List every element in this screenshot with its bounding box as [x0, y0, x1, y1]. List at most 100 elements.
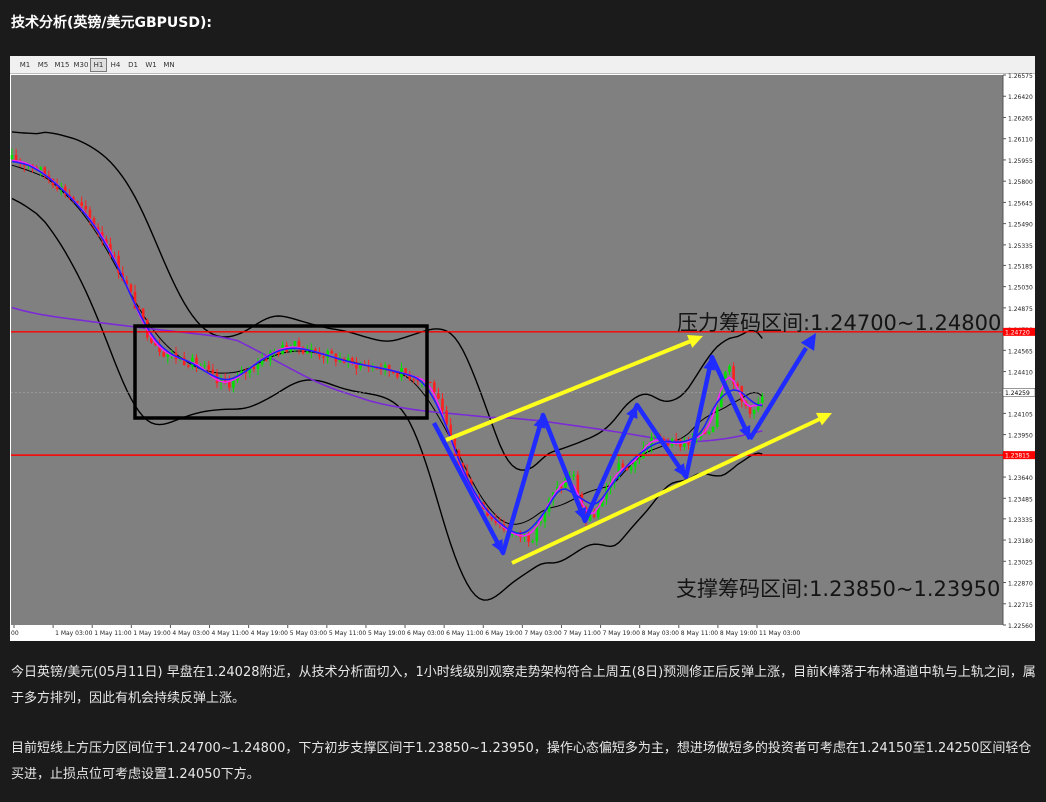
candle-body	[162, 352, 165, 357]
y-tick-label: 1.23640	[1008, 475, 1033, 482]
page-title: 技术分析(英镑/美元GBPUSD):	[11, 15, 213, 31]
y-tick-label: 1.26420	[1008, 94, 1033, 101]
x-tick-label: 6 May 11:00	[446, 630, 484, 637]
candle-body	[187, 365, 190, 367]
y-tick-label: 1.26265	[1008, 115, 1033, 122]
timeframe-m15[interactable]: M15	[52, 58, 72, 72]
y-tick-label: 1.22715	[1008, 602, 1033, 609]
candle-body	[412, 379, 416, 381]
candle-body	[76, 201, 79, 203]
candle-body	[10, 154, 14, 160]
candle-body	[592, 514, 596, 518]
candle-body	[211, 369, 215, 374]
x-tick-label: 4 May 03:00	[172, 630, 210, 637]
y-tick-label: 1.23025	[1008, 559, 1033, 566]
x-tick-label: 5 May 03:00	[290, 630, 328, 637]
candle-body	[715, 407, 719, 427]
candle-body	[203, 365, 206, 367]
x-tick-label: 5 May 19:00	[368, 630, 406, 637]
y-tick-label: 1.23335	[1008, 517, 1033, 524]
x-tick-label: 00	[11, 630, 19, 637]
x-tick-label: 6 May 03:00	[407, 630, 445, 637]
candle-body	[305, 351, 309, 354]
candle-body	[527, 534, 530, 542]
x-tick-label: 8 May 19:00	[720, 630, 758, 637]
timeframe-w1[interactable]: W1	[142, 58, 160, 72]
candle-body	[322, 356, 325, 358]
y-tick-label: 1.24875	[1008, 306, 1033, 313]
y-tick-label: 1.23950	[1008, 433, 1033, 440]
candle-body	[84, 205, 88, 210]
candle-body	[621, 463, 625, 468]
candle-body	[330, 350, 334, 354]
analysis-paragraph-1: 今日英镑/美元(05月11日) 早盘在1.24028附近，从技术分析面切入，1小…	[11, 665, 1036, 706]
timeframe-m1[interactable]: M1	[16, 58, 34, 72]
candle-body	[629, 466, 633, 471]
candle-body	[674, 439, 678, 441]
candle-body	[638, 458, 641, 460]
candle-body	[761, 396, 764, 403]
x-tick-label: 1 May 11:00	[94, 630, 132, 637]
y-tick-label: 1.24565	[1008, 348, 1033, 355]
y-tick-label: 1.23180	[1008, 538, 1033, 545]
x-tick-label: 7 May 03:00	[524, 630, 562, 637]
y-tick-label: 1.22870	[1008, 581, 1033, 588]
y-tick-label: 1.25490	[1008, 222, 1033, 229]
resistance-zone-label: 压力筹码区间:1.24700~1.24800	[677, 311, 1001, 335]
y-tick-label: 1.25185	[1008, 263, 1033, 270]
candle-body	[166, 354, 170, 357]
candle-body	[80, 202, 83, 206]
x-tick-label: 6 May 19:00	[485, 630, 523, 637]
y-tick-label: 1.24410	[1008, 370, 1033, 377]
candle-body	[207, 365, 211, 370]
candle-body	[264, 359, 268, 361]
candle-body	[228, 381, 231, 388]
timeframe-m30[interactable]: M30	[72, 58, 90, 72]
candle-body	[572, 474, 575, 477]
candle-body	[351, 357, 354, 362]
x-tick-label: 1 May 19:00	[133, 630, 171, 637]
timeframe-h1[interactable]: H1	[90, 58, 107, 72]
support-zone-label: 支撑筹码区间:1.23850~1.23950	[676, 577, 1000, 601]
candle-body	[252, 366, 256, 369]
price-chart: 1.26575 1.26420 1.26265 1.26110 1.25955 1.258…	[10, 73, 1035, 641]
chart-window: M1 M5 M15 M30 H1 H4 D1 W1 MN 1.26575 1.26420 1.262…	[10, 56, 1035, 641]
timeframe-d1[interactable]: D1	[124, 58, 142, 72]
timeframe-m5[interactable]: M5	[34, 58, 52, 72]
candle-body	[666, 443, 670, 446]
x-tick-label: 8 May 03:00	[642, 630, 680, 637]
x-tick-label: 8 May 11:00	[681, 630, 719, 637]
candle-body	[396, 373, 399, 378]
candle-body	[687, 442, 690, 445]
candle-body	[728, 366, 731, 372]
x-tick-label: 11 May 03:00	[759, 630, 800, 637]
x-tick-label: 4 May 11:00	[212, 630, 250, 637]
y-tick-label: 1.26575	[1008, 73, 1033, 80]
x-tick-label: 1 May 03:00	[55, 630, 93, 637]
timeframe-h4[interactable]: H4	[107, 58, 124, 72]
support-price-tag: 1.23815	[1005, 453, 1030, 460]
x-tick-label: 7 May 11:00	[563, 630, 601, 637]
y-tick-label: 1.25800	[1008, 179, 1033, 186]
y-tick-label: 1.25030	[1008, 285, 1033, 292]
y-tick-label: 1.24105	[1008, 411, 1033, 418]
candle-body	[129, 284, 133, 292]
candle-body	[752, 409, 756, 414]
y-tick-label: 1.22560	[1008, 623, 1033, 630]
candle-body	[428, 381, 432, 383]
candle-body	[531, 541, 534, 543]
y-tick-label: 1.23485	[1008, 496, 1033, 503]
candle-body	[707, 431, 711, 434]
candle-body	[232, 380, 235, 388]
candle-body	[437, 393, 440, 399]
candle-body	[711, 426, 715, 432]
analysis-paragraph-2: 目前短线上方压力区间位于1.24700~1.24800，下方初步支撑区间于1.2…	[11, 741, 1032, 782]
y-tick-label: 1.26110	[1008, 137, 1033, 144]
y-tick-label: 1.25955	[1008, 158, 1033, 165]
timeframe-toolbar: M1 M5 M15 M30 H1 H4 D1 W1 MN	[10, 56, 1035, 74]
x-tick-label: 4 May 19:00	[251, 630, 289, 637]
x-tick-label: 5 May 11:00	[329, 630, 367, 637]
current-price-tag: 1.24259	[1005, 390, 1030, 397]
timeframe-mn[interactable]: MN	[160, 58, 178, 72]
x-tick-label: 7 May 19:00	[603, 630, 641, 637]
